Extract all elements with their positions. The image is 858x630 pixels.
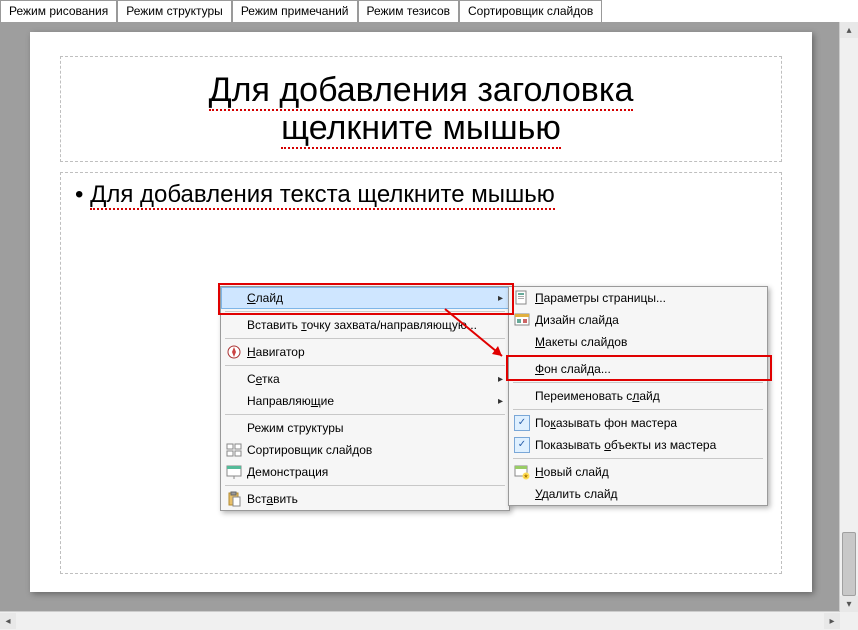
- menu-item-guides[interactable]: Направляющие: [221, 390, 509, 412]
- new-slide-icon: ★: [509, 464, 535, 480]
- tab-outline[interactable]: Режим структуры: [117, 0, 232, 22]
- submenu-delete-slide[interactable]: Удалить слайд: [509, 483, 767, 505]
- tab-notes[interactable]: Режим примечаний: [232, 0, 358, 22]
- submenu-design[interactable]: Дизайн слайда: [509, 309, 767, 331]
- tab-handout[interactable]: Режим тезисов: [358, 0, 460, 22]
- design-icon: [509, 312, 535, 328]
- page-setup-icon: [509, 290, 535, 306]
- bullet-text: Для добавления текста щелкните мышью: [75, 181, 767, 209]
- scrollbar-corner: [840, 612, 858, 630]
- checkbox-checked-icon: ✓: [509, 415, 535, 431]
- slide-submenu: Параметры страницы... Дизайн слайда Маке…: [508, 286, 768, 506]
- scroll-down-icon[interactable]: ▾: [840, 596, 858, 612]
- vertical-scrollbar[interactable]: ▴ ▾: [839, 22, 858, 612]
- menu-item-outline[interactable]: Режим структуры: [221, 417, 509, 439]
- title-text: Для добавления заголовка щелкните мышью: [209, 71, 634, 147]
- submenu-background[interactable]: Фон слайда...: [509, 358, 767, 380]
- slide-canvas[interactable]: Для добавления заголовка щелкните мышью …: [30, 32, 812, 592]
- submenu-new-slide[interactable]: ★ Новый слайд: [509, 461, 767, 483]
- submenu-layouts[interactable]: Макеты слайдов: [509, 331, 767, 353]
- submenu-show-master-objs[interactable]: ✓ Показывать объекты из мастера: [509, 434, 767, 456]
- menu-item-grid[interactable]: Сетка: [221, 368, 509, 390]
- horizontal-scrollbar[interactable]: ◂ ▸: [0, 611, 840, 630]
- svg-text:★: ★: [523, 473, 528, 480]
- submenu-rename[interactable]: Переименовать слайд: [509, 385, 767, 407]
- submenu-show-master-bg[interactable]: ✓ Показывать фон мастера: [509, 412, 767, 434]
- compass-icon: [221, 344, 247, 360]
- sorter-icon: [221, 442, 247, 458]
- tab-drawing[interactable]: Режим рисования: [0, 0, 117, 22]
- view-tabs: Режим рисования Режим структуры Режим пр…: [0, 0, 858, 23]
- scroll-thumb[interactable]: [842, 532, 856, 596]
- tab-sorter[interactable]: Сортировщик слайдов: [459, 0, 602, 22]
- submenu-page-setup[interactable]: Параметры страницы...: [509, 287, 767, 309]
- scroll-right-icon[interactable]: ▸: [824, 613, 840, 629]
- menu-item-slide[interactable]: Слайд: [221, 287, 509, 309]
- slide-editor: Для добавления заголовка щелкните мышью …: [0, 22, 840, 612]
- scroll-left-icon[interactable]: ◂: [0, 613, 16, 629]
- menu-item-paste[interactable]: Вставить: [221, 488, 509, 510]
- paste-icon: [221, 491, 247, 507]
- menu-item-navigator[interactable]: Навигатор: [221, 341, 509, 363]
- menu-item-insert-snap[interactable]: Вставить точку захвата/направляющую...: [221, 314, 509, 336]
- scroll-track[interactable]: [840, 38, 858, 532]
- checkbox-checked-icon: ✓: [509, 437, 535, 453]
- context-menu: Слайд Вставить точку захвата/направляющу…: [220, 286, 510, 511]
- scroll-up-icon[interactable]: ▴: [840, 22, 858, 38]
- menu-item-sorter[interactable]: Сортировщик слайдов: [221, 439, 509, 461]
- menu-item-presentation[interactable]: Демонстрация: [221, 461, 509, 483]
- title-placeholder[interactable]: Для добавления заголовка щелкните мышью: [60, 56, 782, 162]
- presentation-icon: [221, 464, 247, 480]
